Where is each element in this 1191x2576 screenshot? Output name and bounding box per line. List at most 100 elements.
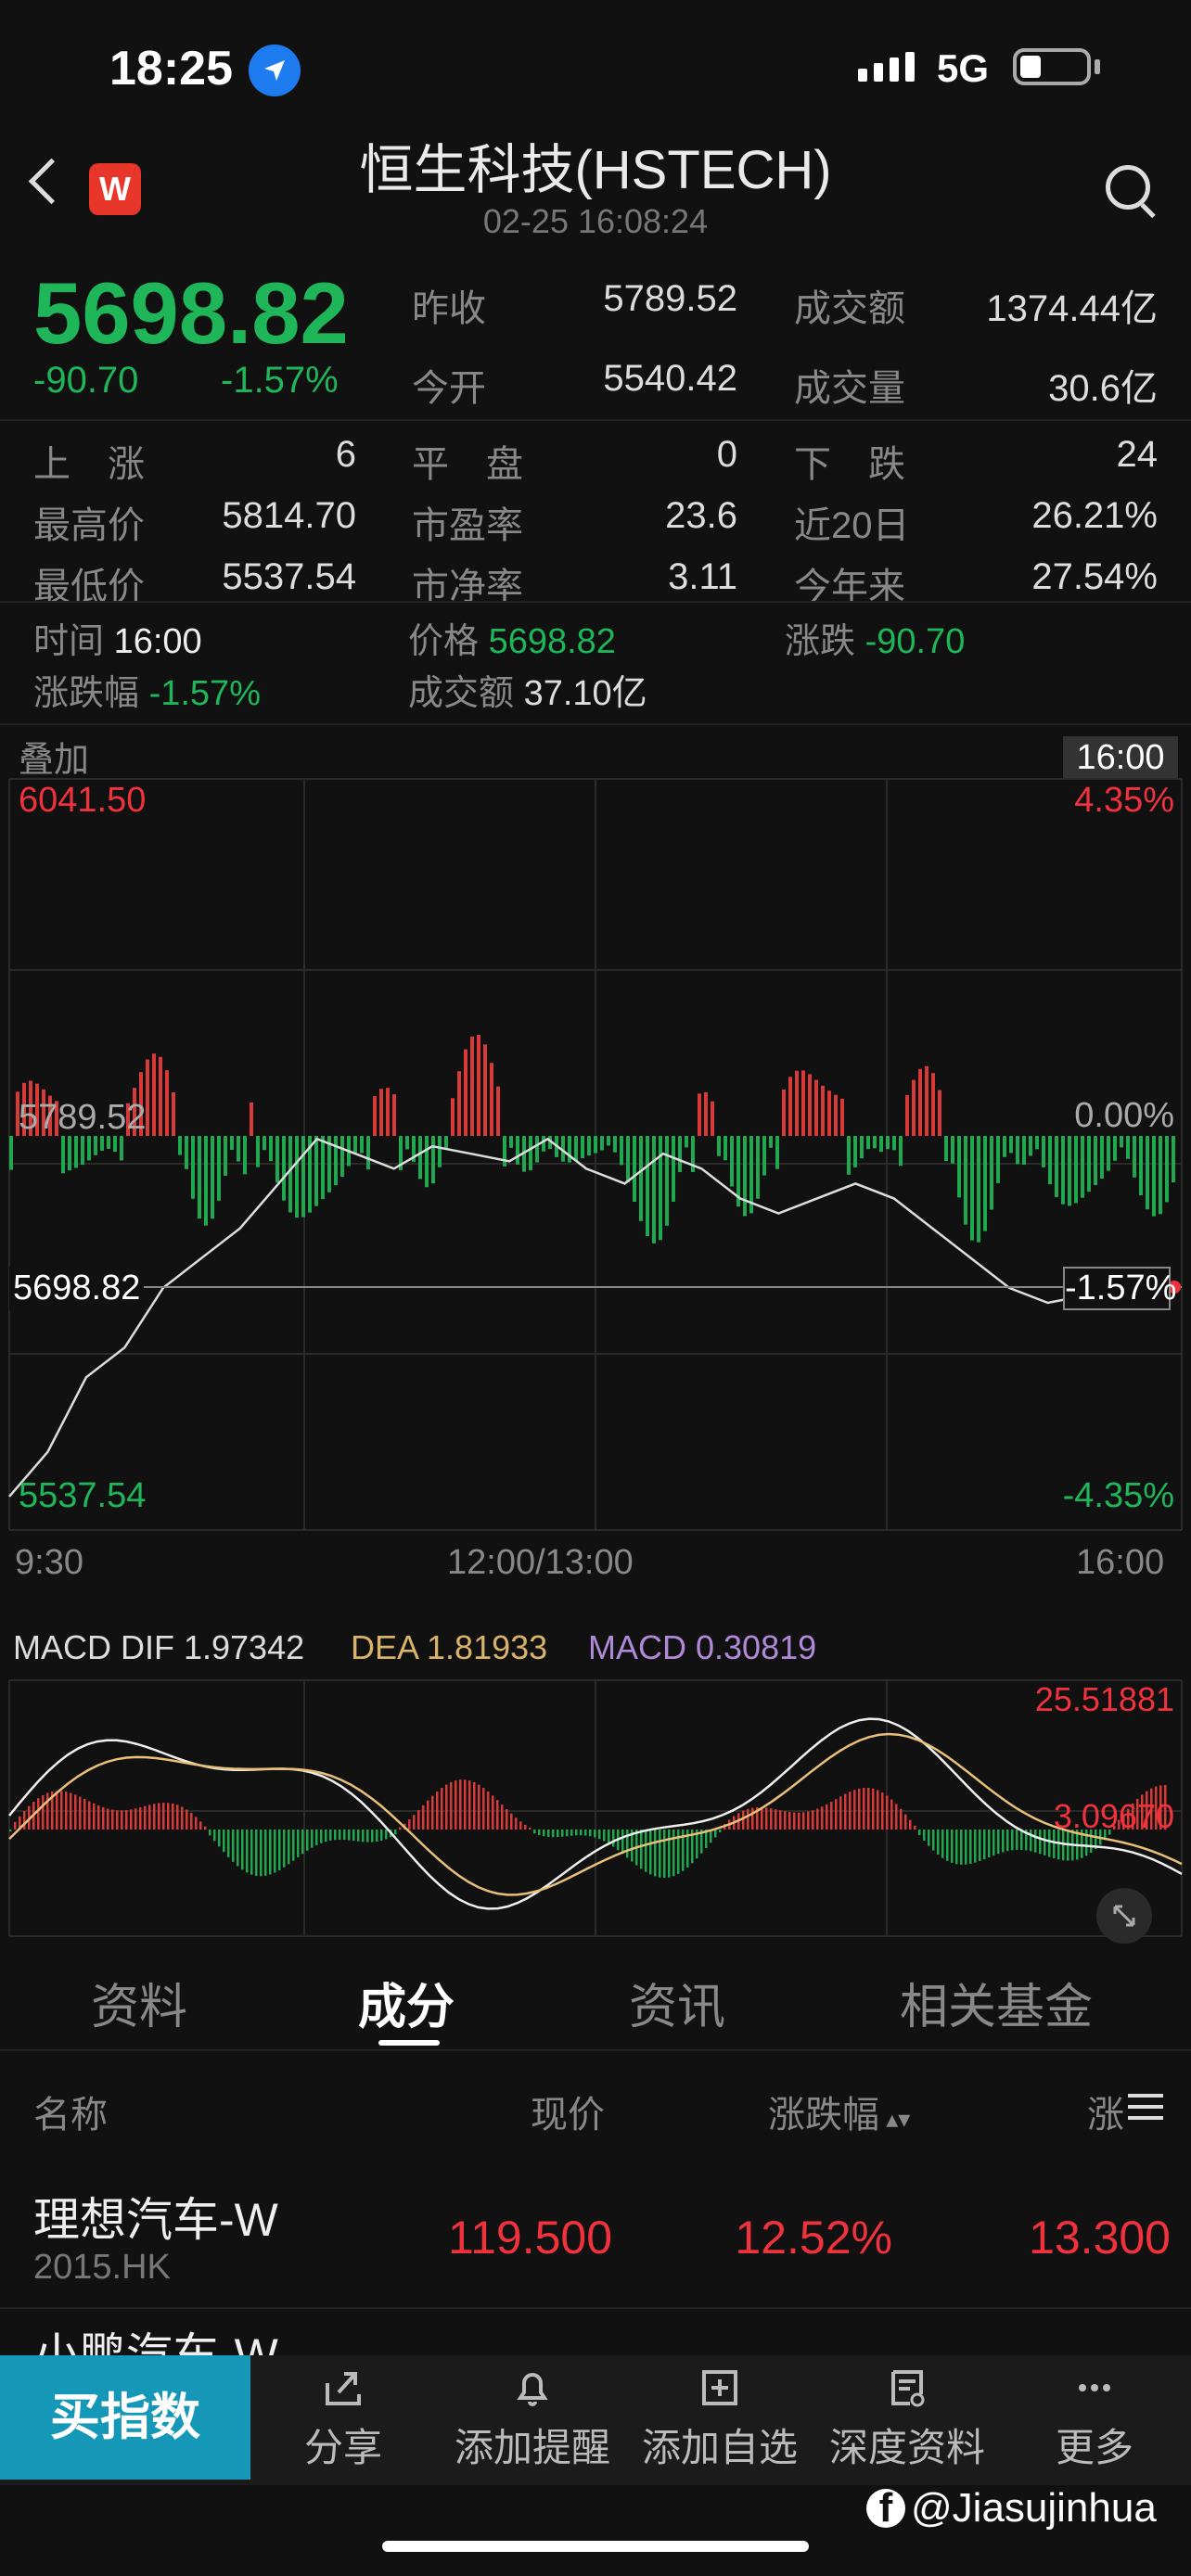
stat-value: 30.6亿 bbox=[1048, 368, 1158, 409]
down-bar bbox=[503, 1136, 506, 1167]
more-button[interactable]: 更多 bbox=[1002, 2366, 1187, 2473]
grid-label: 近20日 bbox=[794, 505, 910, 546]
down-bar bbox=[438, 1136, 442, 1167]
up-bar bbox=[373, 1096, 377, 1136]
x-label-end: 16:00 bbox=[1076, 1543, 1165, 1582]
macd-up-bar bbox=[441, 1787, 443, 1830]
macd-up-bar bbox=[455, 1780, 457, 1830]
stat-value: 1374.44亿 bbox=[986, 288, 1158, 329]
macd-up-bar bbox=[853, 1790, 856, 1830]
macd-up-bar bbox=[914, 1825, 916, 1830]
macd-down-bar bbox=[659, 1830, 661, 1878]
macd-down-bar bbox=[334, 1830, 337, 1841]
add-alert-button[interactable]: 添加提醒 bbox=[440, 2366, 625, 2473]
y-left-mid: 5789.52 bbox=[19, 1098, 147, 1137]
down-bar bbox=[1159, 1136, 1162, 1215]
macd-up-bar bbox=[60, 1791, 63, 1830]
intraday-chart[interactable] bbox=[0, 723, 1191, 1558]
macd-up-bar bbox=[858, 1788, 861, 1830]
up-bar bbox=[496, 1086, 500, 1136]
grid-value: 23.6 bbox=[665, 495, 737, 536]
row-pct: 12.52% bbox=[735, 2212, 892, 2264]
down-bar bbox=[613, 1136, 617, 1153]
down-bar bbox=[944, 1136, 948, 1162]
down-bar bbox=[314, 1136, 318, 1206]
tab-news[interactable]: 资讯 bbox=[629, 1968, 725, 2037]
tab-related-funds[interactable]: 相关基金 bbox=[900, 1968, 1093, 2037]
col-pct[interactable]: 涨跌幅 ▴▾ bbox=[768, 2085, 910, 2138]
macd-down-bar bbox=[965, 1830, 967, 1865]
tab-profile[interactable]: 资料 bbox=[91, 1968, 187, 2037]
column-menu-icon[interactable] bbox=[1124, 2088, 1167, 2125]
down-bar bbox=[9, 1136, 13, 1170]
macd-down-bar bbox=[362, 1830, 365, 1843]
grid-label: 最高价 bbox=[33, 505, 145, 546]
down-bar bbox=[717, 1136, 721, 1156]
down-bar bbox=[743, 1136, 747, 1217]
row-name[interactable]: 理想汽车-W bbox=[33, 2183, 278, 2250]
down-bar bbox=[353, 1136, 357, 1153]
grid-value: 27.54% bbox=[1031, 556, 1158, 597]
crosshair-price: 价格 5698.82 bbox=[408, 622, 616, 661]
macd-up-bar bbox=[139, 1807, 142, 1830]
macd-up-bar bbox=[74, 1794, 77, 1830]
macd-up-bar bbox=[478, 1784, 480, 1830]
down-bar bbox=[626, 1136, 630, 1182]
up-bar bbox=[477, 1035, 480, 1136]
stat-label: 成交量 bbox=[794, 368, 905, 409]
down-bar bbox=[762, 1136, 766, 1176]
buy-index-button[interactable]: 买指数 bbox=[0, 2355, 250, 2480]
macd-down-bar bbox=[918, 1830, 921, 1836]
add-watchlist-button[interactable]: 添加自选 bbox=[627, 2366, 813, 2473]
macd-up-bar bbox=[186, 1809, 188, 1830]
macd-up-bar bbox=[176, 1804, 179, 1830]
macd-up-bar bbox=[134, 1808, 137, 1830]
macd-down-bar bbox=[668, 1830, 671, 1878]
macd-down-bar bbox=[626, 1830, 629, 1858]
down-bar bbox=[81, 1136, 84, 1166]
macd-down-bar bbox=[951, 1830, 954, 1863]
col-price[interactable]: 现价 bbox=[531, 2085, 605, 2138]
down-bar bbox=[1113, 1136, 1117, 1161]
macd-up-bar bbox=[422, 1804, 425, 1830]
up-bar bbox=[490, 1063, 493, 1136]
macd-down-bar bbox=[543, 1830, 545, 1837]
tab-indicator bbox=[378, 2040, 440, 2046]
macd-down-bar bbox=[260, 1830, 263, 1877]
macd-down-bar bbox=[339, 1830, 341, 1840]
down-bar bbox=[1029, 1136, 1032, 1156]
up-bar bbox=[912, 1079, 916, 1136]
tab-constituents[interactable]: 成分 bbox=[358, 1968, 455, 2037]
macd-down-bar bbox=[255, 1830, 258, 1876]
macd-down-bar bbox=[649, 1830, 652, 1875]
macd-up-bar bbox=[890, 1799, 893, 1830]
down-bar bbox=[263, 1136, 266, 1151]
macd-up-bar bbox=[14, 1821, 17, 1830]
down-bar bbox=[1165, 1136, 1169, 1203]
down-bar bbox=[574, 1136, 578, 1161]
research-button[interactable]: 深度资料 bbox=[814, 2366, 1000, 2473]
macd-up-bar bbox=[506, 1808, 508, 1830]
down-bar bbox=[1061, 1136, 1065, 1205]
macd-up-bar bbox=[482, 1788, 485, 1830]
macd-up-bar bbox=[784, 1811, 787, 1830]
share-button[interactable]: 分享 bbox=[250, 2366, 436, 2473]
down-bar bbox=[775, 1136, 779, 1169]
col-chg[interactable]: 涨 bbox=[1087, 2085, 1124, 2138]
y-left-current: 5698.82 bbox=[9, 1267, 145, 1310]
macd-down-bar bbox=[983, 1830, 986, 1860]
macd-current: 3.09670 bbox=[1053, 1797, 1174, 1835]
facebook-icon: f bbox=[866, 2488, 905, 2529]
expand-icon[interactable] bbox=[1096, 1888, 1152, 1944]
macd-up-bar bbox=[158, 1803, 160, 1830]
down-bar bbox=[633, 1136, 636, 1203]
macd-up-bar bbox=[788, 1811, 791, 1830]
macd-up-bar bbox=[747, 1808, 749, 1830]
down-bar bbox=[996, 1136, 1000, 1183]
macd-up-bar bbox=[130, 1809, 133, 1830]
macd-up-bar bbox=[107, 1808, 109, 1830]
down-bar bbox=[288, 1136, 292, 1213]
search-icon[interactable] bbox=[1106, 165, 1156, 219]
grid-label: 平 盘 bbox=[412, 444, 523, 485]
up-bar bbox=[795, 1070, 799, 1136]
